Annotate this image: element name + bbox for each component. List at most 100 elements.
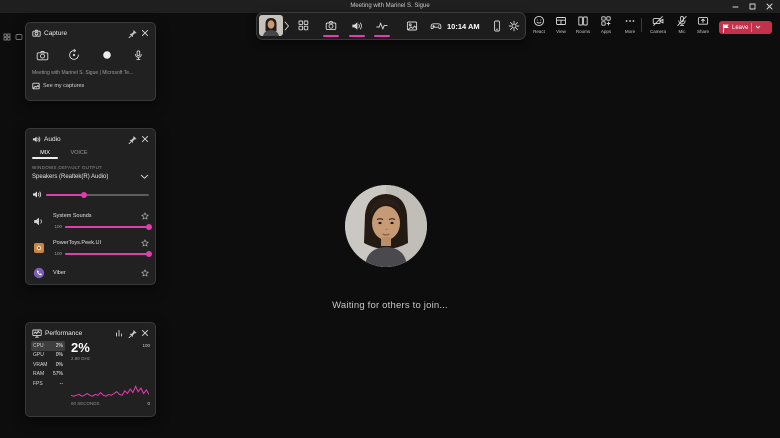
stat-label: VRAM — [33, 361, 48, 368]
game-controller-icon — [430, 22, 442, 29]
stat-value: 57% — [52, 371, 63, 378]
stat-row-fps[interactable]: FPS -- — [31, 379, 65, 389]
capture-mic-icon — [135, 49, 143, 60]
mic-toggle-button[interactable] — [132, 48, 146, 62]
app-volume-slider[interactable] — [65, 250, 152, 257]
maximize-button[interactable] — [744, 0, 761, 13]
leave-button[interactable]: Leave — [719, 21, 772, 34]
tab-mix[interactable]: MIX — [32, 148, 58, 159]
record-dot-icon — [102, 51, 111, 59]
leave-divider — [751, 23, 753, 32]
audio-header-speaker-icon — [32, 136, 41, 142]
gamebar-settings-button[interactable] — [504, 13, 524, 38]
master-volume-slider[interactable] — [46, 191, 149, 198]
audio-pin-button[interactable] — [127, 134, 137, 144]
graph-y-max: 100 — [142, 343, 150, 348]
capture-pin-button[interactable] — [127, 28, 137, 38]
rooms-button[interactable]: Rooms — [571, 15, 595, 37]
audio-close-button[interactable] — [140, 134, 150, 144]
react-button[interactable]: React — [528, 15, 550, 37]
cpu-clock-speed: 2.80 GHz — [71, 356, 91, 361]
performance-active-underline — [374, 34, 390, 37]
more-button[interactable]: More — [618, 15, 642, 37]
capture-widget-button[interactable] — [321, 13, 341, 38]
camera-button[interactable]: Camera — [646, 15, 670, 37]
audio-widget-button[interactable] — [347, 13, 367, 38]
record-button[interactable] — [100, 48, 114, 62]
minimize-button[interactable] — [727, 0, 744, 13]
leave-dropdown-chevron-icon[interactable] — [755, 25, 761, 30]
capture-panel: Capture Meeting with Marinel S. Sigue | … — [25, 22, 156, 101]
capture-close-button[interactable] — [140, 28, 150, 38]
system-sounds-app-icon — [32, 215, 45, 228]
mic-button[interactable]: Mic — [671, 15, 693, 37]
output-section-label: WINDOWS DEFAULT OUTPUT — [32, 165, 103, 170]
gamepad-widget-button[interactable] — [426, 13, 446, 38]
performance-widget-button[interactable] — [372, 13, 392, 38]
view-button[interactable]: View — [550, 15, 572, 37]
stat-row-ram[interactable]: RAM 57% — [31, 370, 65, 380]
favorite-star-icon[interactable] — [141, 268, 149, 277]
camera-off-icon — [652, 16, 664, 26]
waiting-message: Waiting for others to join... — [332, 300, 448, 311]
share-button[interactable]: Share — [692, 15, 714, 37]
corner-overlay-icons — [3, 33, 23, 41]
slider-knob[interactable] — [81, 191, 88, 198]
slider-knob[interactable] — [146, 223, 152, 230]
pin-icon — [128, 135, 137, 144]
app-name: PowerToys.Peek.UI — [53, 240, 101, 246]
performance-pin-button[interactable] — [127, 328, 137, 338]
share-label: Share — [696, 28, 709, 34]
close-icon — [141, 329, 149, 337]
close-window-button[interactable] — [761, 0, 778, 13]
bar-graph-icon — [116, 330, 122, 337]
stat-row-gpu[interactable]: GPU 0% — [31, 351, 65, 361]
overlay-grid-icon — [3, 33, 11, 41]
favorite-star-icon[interactable] — [141, 212, 149, 220]
app-volume-slider[interactable] — [65, 223, 152, 230]
share-screen-icon — [697, 17, 709, 25]
collapse-toolbar-button[interactable] — [281, 13, 293, 38]
graph-options-button[interactable] — [114, 328, 124, 338]
app-volume-value: 100 — [54, 251, 62, 256]
rooms-label: Rooms — [575, 28, 591, 34]
stat-label: GPU — [33, 352, 44, 359]
screenshot-button[interactable] — [35, 48, 49, 62]
performance-panel-header: Performance — [26, 323, 155, 339]
gamebar-toolbar: 10:14 AM — [256, 12, 526, 40]
activity-graph-icon — [376, 22, 388, 29]
favorite-star-icon[interactable] — [141, 239, 149, 247]
overlay-window-icon — [15, 34, 23, 40]
stat-label: RAM — [33, 371, 45, 378]
tab-voice[interactable]: VOICE — [66, 148, 92, 159]
speaker-icon — [352, 21, 362, 30]
viber-app-icon — [32, 266, 45, 279]
webcam-preview-thumbnail[interactable] — [259, 15, 283, 36]
close-icon — [766, 3, 773, 10]
stat-value: -- — [59, 380, 63, 387]
screenshot-camera-icon — [36, 50, 48, 60]
layout-view-icon — [556, 17, 566, 25]
gallery-widget-button[interactable] — [402, 13, 422, 38]
widget-menu-button[interactable] — [293, 13, 313, 38]
stat-row-vram[interactable]: VRAM 0% — [31, 360, 65, 370]
settings-gear-icon — [508, 20, 520, 31]
audio-panel-header: Audio — [26, 129, 155, 145]
app-name: Viber — [53, 269, 66, 276]
stat-value: 2% — [55, 342, 63, 349]
audio-tabs: MIX VOICE — [26, 148, 155, 159]
performance-close-button[interactable] — [140, 328, 150, 338]
record-last-button[interactable] — [67, 48, 81, 62]
slider-fill — [46, 193, 85, 196]
capture-source-text: Meeting with Marinel S. Sigue | Microsof… — [32, 70, 134, 76]
master-speaker-icon — [33, 191, 42, 198]
record-last-icon — [69, 49, 80, 60]
avatar-photo — [345, 185, 427, 267]
device-selector[interactable]: Speakers (Realtek(R) Audio) — [32, 174, 149, 180]
cpu-big-value: 2% — [71, 340, 90, 355]
see-my-captures-link[interactable]: See my captures — [32, 82, 149, 90]
slider-knob[interactable] — [146, 250, 152, 257]
apps-button[interactable]: Apps — [595, 15, 617, 37]
cpu-graph — [71, 385, 149, 397]
stat-row-cpu[interactable]: CPU 2% — [31, 341, 65, 351]
